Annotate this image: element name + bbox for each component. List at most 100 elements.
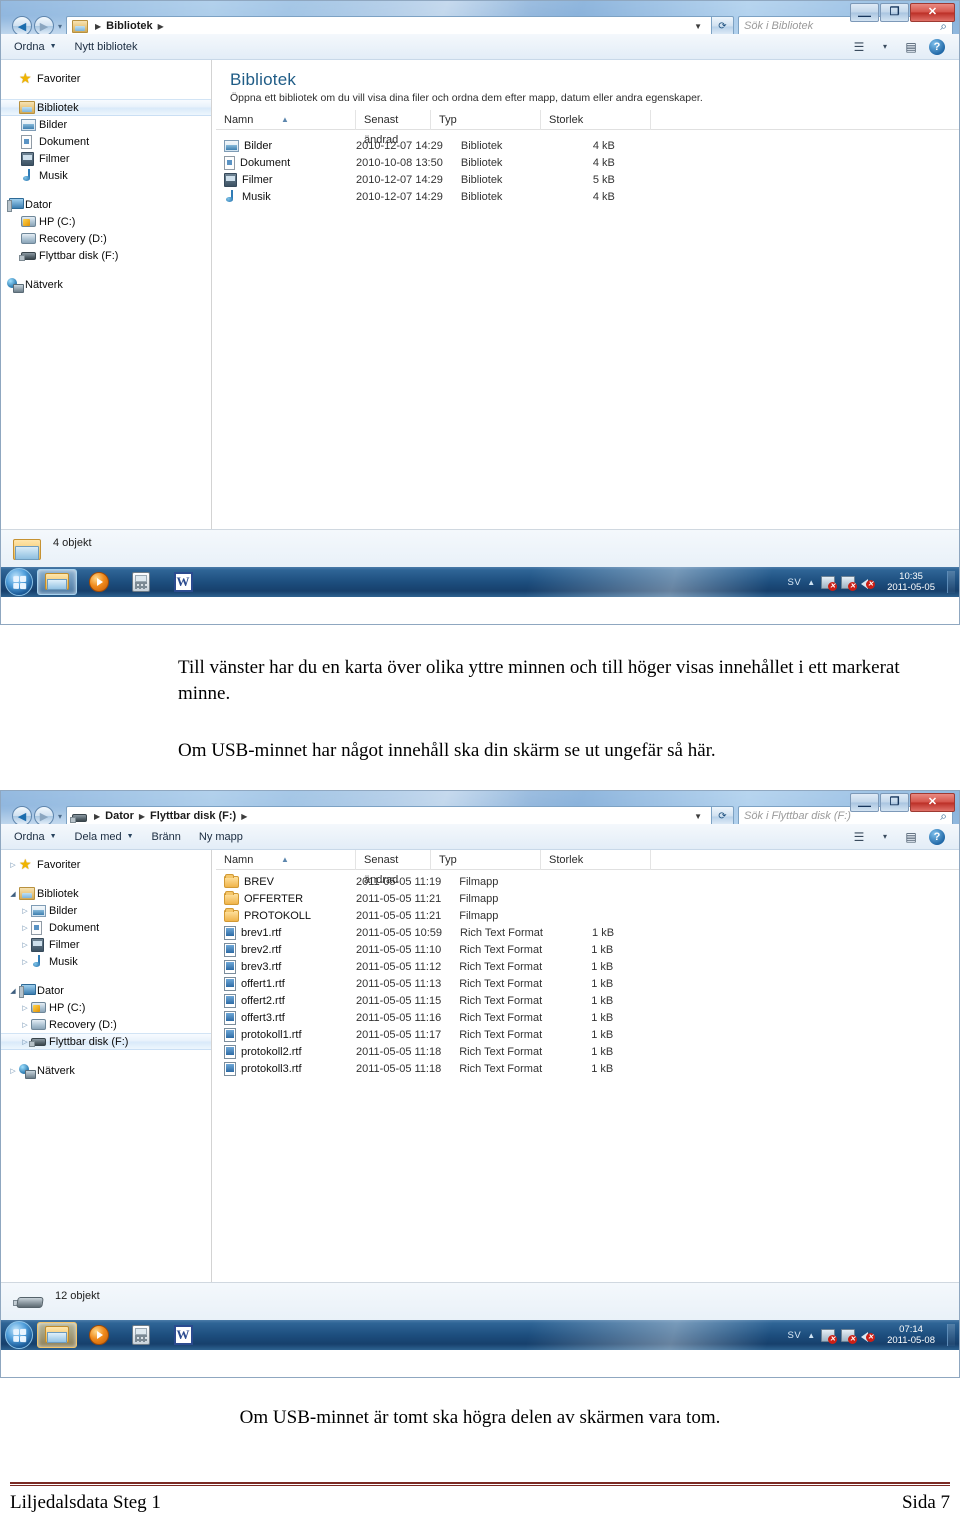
table-row[interactable]: offert1.rtf 2011-05-05 11:13 Rich Text F… bbox=[216, 975, 959, 992]
command-nytt-bibliotek[interactable]: Nytt bibliotek bbox=[66, 38, 147, 56]
refresh-button[interactable]: ⟳ bbox=[712, 15, 734, 34]
table-row[interactable]: protokoll3.rtf 2011-05-05 11:18 Rich Tex… bbox=[216, 1060, 959, 1077]
network-error-icon[interactable]: ✕ bbox=[821, 1328, 838, 1344]
recent-pages-caret-icon[interactable]: ▾ bbox=[54, 812, 66, 821]
chevron-down-icon[interactable]: ◢ bbox=[7, 987, 19, 995]
chevron-right-icon[interactable]: ▷ bbox=[7, 861, 19, 869]
preview-pane-icon[interactable]: ▤ bbox=[899, 37, 923, 57]
minimize-button[interactable]: — bbox=[850, 793, 879, 812]
taskbar-word-button[interactable]: W bbox=[163, 1322, 203, 1348]
chevron-down-icon[interactable]: ◢ bbox=[7, 890, 19, 898]
sidebar-item-bilder[interactable]: ▷ Bilder bbox=[1, 902, 211, 919]
command-brann[interactable]: Bränn bbox=[143, 828, 190, 846]
table-row[interactable]: brev3.rtf 2011-05-05 11:12 Rich Text For… bbox=[216, 958, 959, 975]
chevron-right-icon[interactable]: ▷ bbox=[19, 958, 31, 966]
breadcrumb-bibliotek[interactable]: Bibliotek bbox=[105, 20, 153, 32]
table-row[interactable]: protokoll2.rtf 2011-05-05 11:18 Rich Tex… bbox=[216, 1043, 959, 1060]
forward-button[interactable]: ▶ bbox=[34, 806, 54, 824]
language-indicator[interactable]: SV bbox=[788, 1330, 802, 1341]
sidebar-item-filmer[interactable]: Filmer bbox=[1, 150, 211, 167]
back-button[interactable]: ◀ bbox=[12, 806, 32, 824]
view-list-icon[interactable]: ☰ bbox=[847, 37, 871, 57]
taskbar-calculator-button[interactable] bbox=[121, 1322, 161, 1348]
breadcrumb-dator[interactable]: Dator bbox=[104, 810, 135, 822]
sidebar-item-dokument[interactable]: ▷ Dokument bbox=[1, 919, 211, 936]
column-header-typ[interactable]: Typ bbox=[431, 109, 541, 130]
sidebar-item-musik[interactable]: Musik bbox=[1, 167, 211, 184]
table-row[interactable]: Musik 2010-12-07 14:29 Bibliotek 4 kB bbox=[216, 188, 959, 205]
chevron-right-icon[interactable]: ▷ bbox=[19, 924, 31, 932]
sidebar-item-flyttbar-disk-f[interactable]: Flyttbar disk (F:) bbox=[1, 247, 211, 264]
address-dropdown-icon[interactable]: ▼ bbox=[694, 22, 708, 31]
table-row[interactable]: brev1.rtf 2011-05-05 10:59 Rich Text For… bbox=[216, 924, 959, 941]
chevron-right-icon[interactable]: ▷ bbox=[19, 907, 31, 915]
command-ordna[interactable]: Ordna ▼ bbox=[5, 828, 66, 846]
command-dela-med[interactable]: Dela med ▼ bbox=[66, 828, 143, 846]
refresh-button[interactable]: ⟳ bbox=[712, 805, 734, 824]
address-bar[interactable]: ▶ Bibliotek ▶ ▼ bbox=[66, 15, 712, 34]
column-header-senast-andrad[interactable]: Senast ändrad bbox=[356, 109, 431, 146]
tray-expand-icon[interactable]: ▲ bbox=[807, 578, 815, 587]
tray-expand-icon[interactable]: ▲ bbox=[807, 1331, 815, 1340]
recent-pages-caret-icon[interactable]: ▾ bbox=[54, 22, 66, 31]
column-header-typ[interactable]: Typ bbox=[431, 849, 541, 870]
windows-start-orb[interactable] bbox=[5, 568, 33, 596]
close-button[interactable]: ✕ bbox=[910, 3, 955, 22]
help-icon[interactable]: ? bbox=[925, 827, 949, 847]
sidebar-item-recovery-d[interactable]: ▷ Recovery (D:) bbox=[1, 1016, 211, 1033]
sidebar-item-bibliotek[interactable]: Bibliotek bbox=[1, 99, 211, 116]
sidebar-item-favoriter[interactable]: ▷ ★ Favoriter bbox=[1, 856, 211, 873]
table-row[interactable]: PROTOKOLL 2011-05-05 11:21 Filmapp bbox=[216, 907, 959, 924]
column-header-namn[interactable]: Namn ▲ bbox=[216, 109, 356, 130]
table-row[interactable]: protokoll1.rtf 2011-05-05 11:17 Rich Tex… bbox=[216, 1026, 959, 1043]
table-row[interactable]: brev2.rtf 2011-05-05 11:10 Rich Text For… bbox=[216, 941, 959, 958]
table-row[interactable]: Bilder 2010-12-07 14:29 Bibliotek 4 kB bbox=[216, 137, 959, 154]
help-icon[interactable]: ? bbox=[925, 37, 949, 57]
clock[interactable]: 10:35 2011-05-05 bbox=[881, 571, 941, 593]
sidebar-item-dator[interactable]: ◢ Dator bbox=[1, 982, 211, 999]
sidebar-item-hp-c[interactable]: HP (C:) bbox=[1, 213, 211, 230]
show-desktop-button[interactable] bbox=[947, 571, 955, 593]
language-indicator[interactable]: SV bbox=[788, 577, 802, 588]
show-desktop-button[interactable] bbox=[947, 1324, 955, 1346]
back-button[interactable]: ◀ bbox=[12, 16, 32, 34]
table-row[interactable]: offert3.rtf 2011-05-05 11:16 Rich Text F… bbox=[216, 1009, 959, 1026]
sidebar-item-natverk[interactable]: ▷ Nätverk bbox=[1, 1062, 211, 1079]
column-header-senast-andrad[interactable]: Senast ändrad bbox=[356, 849, 431, 886]
sidebar-item-dokument[interactable]: Dokument bbox=[1, 133, 211, 150]
sidebar-item-musik[interactable]: ▷ Musik bbox=[1, 953, 211, 970]
taskbar-explorer-button[interactable] bbox=[37, 1322, 77, 1348]
view-list-icon[interactable]: ☰ bbox=[847, 827, 871, 847]
sidebar-item-filmer[interactable]: ▷ Filmer bbox=[1, 936, 211, 953]
column-header-namn[interactable]: Namn ▲ bbox=[216, 849, 356, 870]
action-center-icon[interactable]: ✕ bbox=[841, 1328, 858, 1344]
minimize-button[interactable]: — bbox=[850, 3, 879, 22]
volume-muted-icon[interactable]: ✕ bbox=[861, 576, 876, 589]
breadcrumb-flyttbar-disk[interactable]: Flyttbar disk (F:) bbox=[149, 810, 237, 822]
network-error-icon[interactable]: ✕ bbox=[821, 575, 838, 591]
clock[interactable]: 07:14 2011-05-08 bbox=[881, 1324, 941, 1346]
close-button[interactable]: ✕ bbox=[910, 793, 955, 812]
taskbar-word-button[interactable]: W bbox=[163, 569, 203, 595]
taskbar-explorer-button[interactable] bbox=[37, 569, 77, 595]
sidebar-item-recovery-d[interactable]: Recovery (D:) bbox=[1, 230, 211, 247]
volume-muted-icon[interactable]: ✕ bbox=[861, 1329, 876, 1342]
sidebar-item-bilder[interactable]: Bilder bbox=[1, 116, 211, 133]
chevron-down-icon[interactable]: ▾ bbox=[873, 827, 897, 847]
windows-start-orb[interactable] bbox=[5, 1321, 33, 1349]
chevron-down-icon[interactable]: ▾ bbox=[873, 37, 897, 57]
sidebar-item-flyttbar-disk-f[interactable]: ▷ Flyttbar disk (F:) bbox=[1, 1033, 211, 1050]
table-row[interactable]: offert2.rtf 2011-05-05 11:15 Rich Text F… bbox=[216, 992, 959, 1009]
table-row[interactable]: OFFERTER 2011-05-05 11:21 Filmapp bbox=[216, 890, 959, 907]
sidebar-item-dator[interactable]: Dator bbox=[1, 196, 211, 213]
maximize-button[interactable]: ❐ bbox=[880, 793, 909, 812]
forward-button[interactable]: ▶ bbox=[34, 16, 54, 34]
sidebar-item-hp-c[interactable]: ▷ HP (C:) bbox=[1, 999, 211, 1016]
sidebar-item-natverk[interactable]: Nätverk bbox=[1, 276, 211, 293]
command-ny-mapp[interactable]: Ny mapp bbox=[190, 828, 252, 846]
maximize-button[interactable]: ❐ bbox=[880, 3, 909, 22]
chevron-right-icon[interactable]: ▷ bbox=[7, 1067, 19, 1075]
table-row[interactable]: BREV 2011-05-05 11:19 Filmapp bbox=[216, 873, 959, 890]
column-header-storlek[interactable]: Storlek bbox=[541, 109, 651, 130]
taskbar-media-player-button[interactable] bbox=[79, 569, 119, 595]
